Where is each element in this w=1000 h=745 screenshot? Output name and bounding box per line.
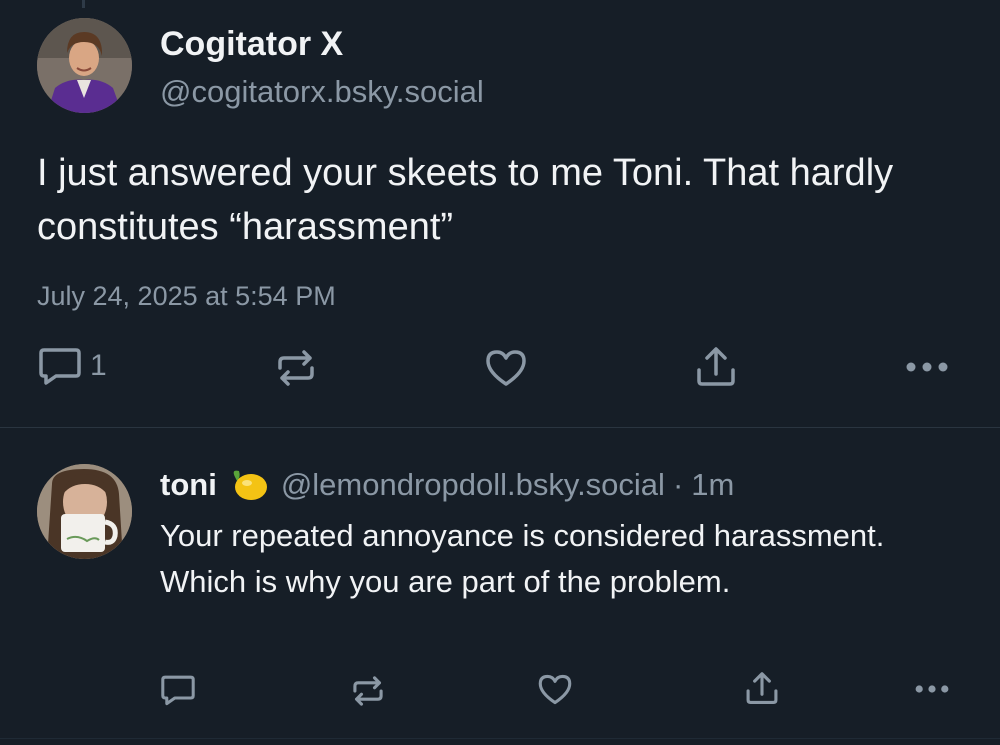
reply-count: 1 — [90, 349, 107, 382]
share-icon — [697, 347, 735, 386]
repost-icon — [278, 350, 314, 386]
reply-timestamp[interactable]: 1m — [691, 465, 734, 505]
more-icon — [906, 362, 948, 372]
author-name[interactable]: Cogitator X — [160, 22, 343, 66]
avatar[interactable] — [37, 18, 132, 113]
post-date[interactable]: July 24, 2025 at 5:54 PM — [37, 277, 336, 315]
avatar-image — [37, 464, 132, 559]
bottom-divider — [0, 738, 1000, 739]
reply-icon — [39, 348, 81, 385]
repost-icon — [353, 676, 383, 706]
reply-more-button[interactable] — [912, 681, 952, 697]
heart-icon — [538, 674, 572, 705]
reply-author-handle[interactable]: @lemondropdoll.bsky.social — [281, 465, 665, 505]
separator-dot: · — [672, 467, 684, 502]
reply-repost-button[interactable] — [350, 674, 386, 708]
reply-header: toni @lemondropdoll.bsky.social · 1m — [160, 465, 734, 505]
reply-text: Your repeated annoyance is considered ha… — [160, 518, 885, 599]
share-button[interactable] — [694, 346, 738, 388]
share-icon — [746, 672, 778, 704]
heart-icon — [486, 350, 526, 386]
reply-like-button[interactable] — [537, 673, 573, 706]
reply-reply-button[interactable] — [160, 674, 196, 706]
reply-share-button[interactable] — [744, 671, 780, 706]
repost-button[interactable] — [274, 348, 318, 388]
reply-avatar[interactable] — [37, 464, 132, 559]
more-button[interactable] — [904, 357, 950, 377]
like-button[interactable] — [484, 348, 528, 388]
post-divider — [0, 427, 1000, 428]
reply-button[interactable]: 1 — [38, 346, 107, 386]
reply-icon — [161, 675, 195, 706]
more-icon — [915, 685, 949, 693]
lemon-icon — [229, 467, 269, 503]
main-post: Cogitator X @cogitatorx.bsky.social I ju… — [0, 0, 1000, 428]
reply-author-name[interactable]: toni — [160, 465, 217, 505]
author-handle[interactable]: @cogitatorx.bsky.social — [160, 72, 484, 112]
avatar-image — [37, 18, 132, 113]
post-text: I just answered your skeets to me Toni. … — [37, 152, 894, 248]
